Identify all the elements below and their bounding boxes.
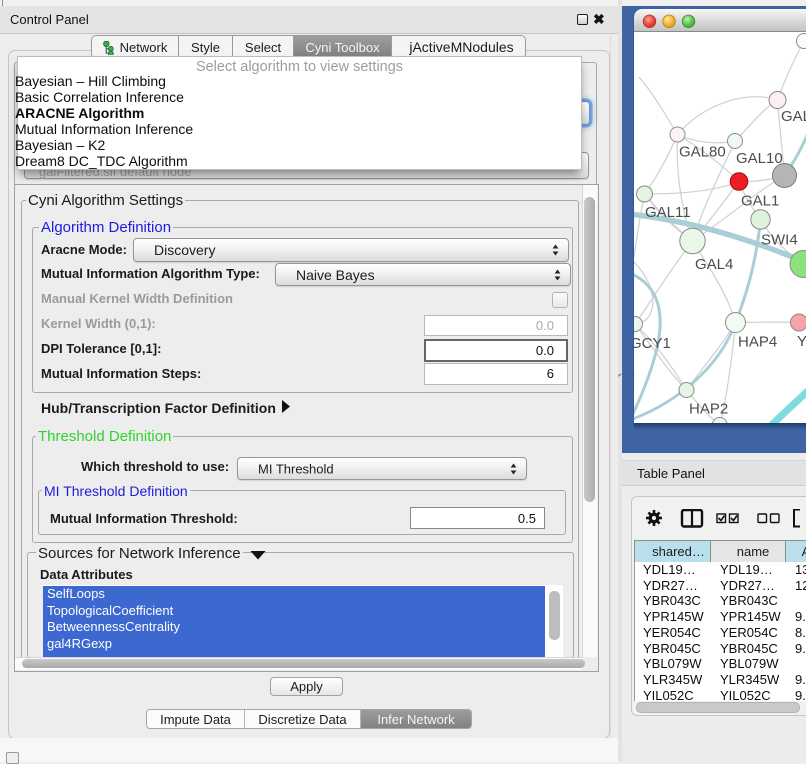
svg-text:GAL80: GAL80	[679, 144, 726, 161]
svg-text:GAL4: GAL4	[695, 256, 733, 273]
svg-text:GAL10: GAL10	[736, 150, 783, 167]
svg-text:GAL1: GAL1	[741, 193, 779, 210]
svg-text:GAL: GAL	[781, 108, 806, 125]
svg-text:Y: Y	[797, 333, 806, 350]
svg-text:GCY1: GCY1	[634, 335, 671, 352]
svg-text:SWI4: SWI4	[761, 232, 798, 249]
svg-text:GAL11: GAL11	[645, 204, 691, 221]
svg-text:HAP2: HAP2	[689, 401, 728, 418]
svg-text:HAP4: HAP4	[738, 334, 777, 351]
